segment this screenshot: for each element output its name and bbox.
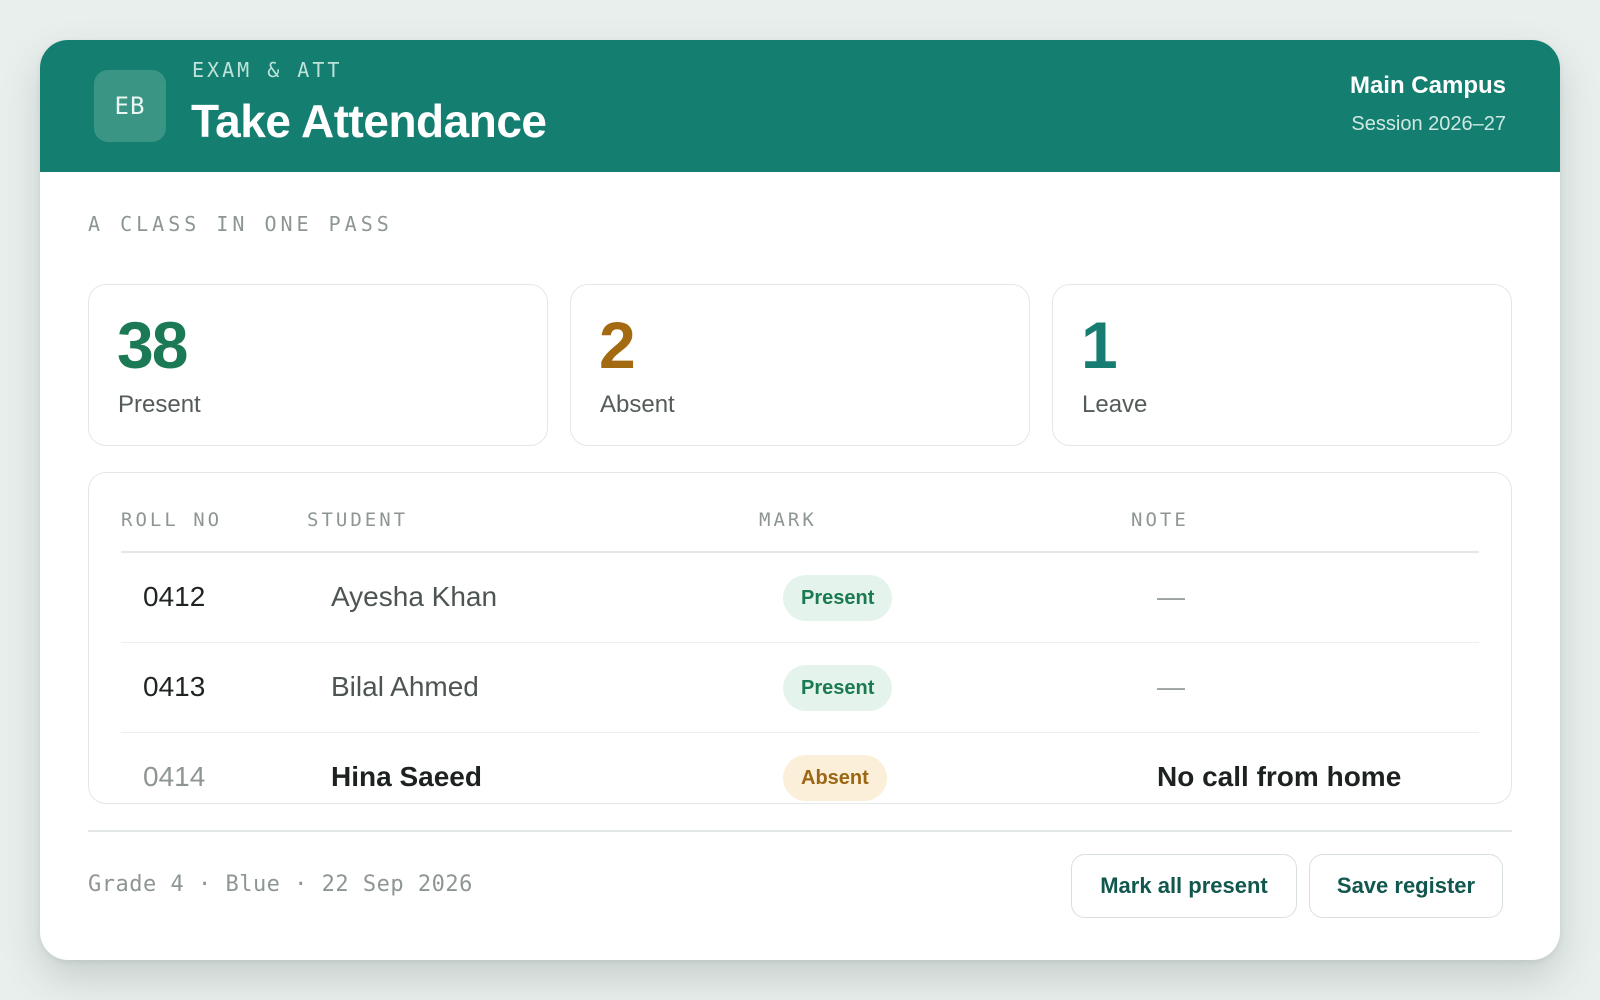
- class-meta: Grade 4 · Blue · 22 Sep 2026: [88, 872, 473, 897]
- column-header-mark: MARK: [759, 509, 817, 531]
- roll-number: 0413: [143, 671, 206, 702]
- attendance-table: ROLL NO STUDENT MARK NOTE 0412 Ayesha Kh…: [88, 472, 1512, 804]
- student-name: Bilal Ahmed: [331, 671, 479, 702]
- stat-value: 38: [117, 308, 188, 382]
- stat-value: 1: [1081, 308, 1118, 382]
- table-row[interactable]: 0413 Bilal Ahmed Present —: [121, 643, 1479, 733]
- column-header-student: STUDENT: [307, 509, 409, 531]
- table-row[interactable]: 0412 Ayesha Khan Present —: [121, 553, 1479, 643]
- student-name: Hina Saeed: [331, 761, 482, 792]
- roll-number: 0412: [143, 581, 206, 612]
- column-header-note: NOTE: [1131, 509, 1189, 531]
- note-field[interactable]: —: [1157, 671, 1185, 703]
- avatar[interactable]: EB: [94, 70, 166, 142]
- stat-card-present: 38 Present: [88, 284, 548, 446]
- session-label: Session 2026–27: [1351, 113, 1506, 135]
- mark-toggle[interactable]: Present: [783, 575, 893, 621]
- table-row[interactable]: 0414 Hina Saeed Absent No call from home: [121, 733, 1479, 803]
- campus-name: Main Campus: [1349, 72, 1506, 99]
- note-field[interactable]: —: [1157, 581, 1185, 613]
- app-header: EB EXAM & ATT Take Attendance Main Campu…: [40, 40, 1560, 172]
- column-header-roll: ROLL NO: [121, 509, 223, 531]
- stat-card-leave: 1 Leave: [1052, 284, 1512, 446]
- note-field[interactable]: No call from home: [1157, 761, 1401, 793]
- mark-toggle[interactable]: Absent: [783, 755, 887, 801]
- stat-label: Present: [118, 391, 201, 418]
- student-name: Ayesha Khan: [331, 581, 498, 612]
- section-eyebrow: A CLASS IN ONE PASS: [88, 212, 393, 236]
- stat-label: Absent: [600, 391, 675, 418]
- mark-all-present-button[interactable]: Mark all present: [1071, 854, 1297, 918]
- mark-toggle[interactable]: Present: [783, 665, 893, 711]
- stat-value: 2: [599, 308, 636, 382]
- roll-number: 0414: [143, 761, 206, 792]
- stat-card-absent: 2 Absent: [570, 284, 1030, 446]
- stat-label: Leave: [1082, 391, 1148, 418]
- page-title: Take Attendance: [191, 95, 547, 147]
- save-register-button[interactable]: Save register: [1309, 854, 1503, 918]
- footer-divider: [88, 830, 1512, 832]
- attendance-card: EB EXAM & ATT Take Attendance Main Campu…: [40, 40, 1560, 960]
- module-label: EXAM & ATT: [192, 58, 343, 82]
